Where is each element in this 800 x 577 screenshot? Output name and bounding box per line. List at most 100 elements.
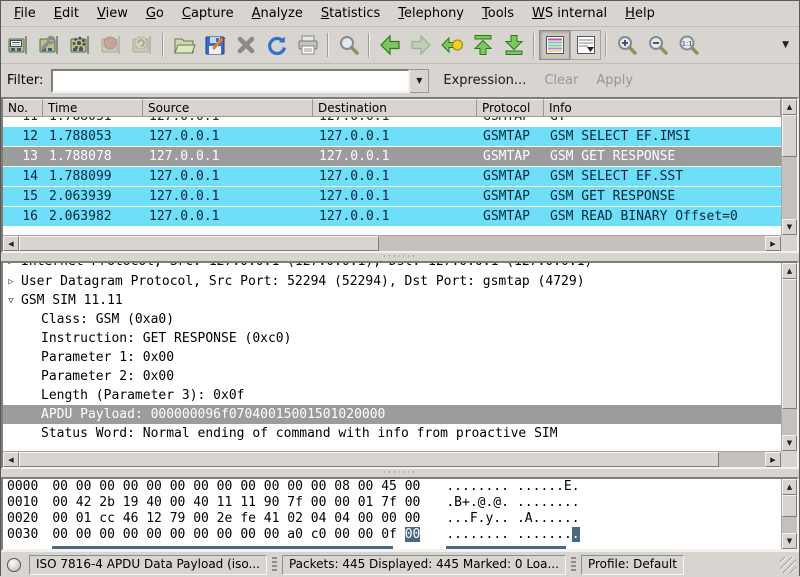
menu-tools[interactable]: Tools	[473, 3, 523, 24]
goto-packet-icon[interactable]	[436, 30, 467, 60]
statusbar-grip[interactable]	[571, 557, 576, 573]
expert-info-button[interactable]	[4, 555, 24, 575]
goto-top-icon[interactable]	[467, 30, 498, 60]
scroll-up-icon[interactable]: ▲	[782, 479, 797, 495]
menu-file[interactable]: File	[5, 3, 45, 24]
print-icon[interactable]	[292, 30, 323, 60]
close-icon[interactable]	[230, 30, 261, 60]
toolbar-overflow-icon[interactable]: ▼	[774, 40, 797, 50]
details-vscrollbar[interactable]: ▲ ▼	[781, 263, 797, 451]
statusbar-grip[interactable]	[272, 557, 277, 573]
detail-line[interactable]: Status Word: Normal ending of command wi…	[3, 424, 781, 443]
reload-icon[interactable]	[261, 30, 292, 60]
details-vscroll-thumb[interactable]	[782, 279, 797, 409]
goto-bottom-icon[interactable]	[498, 30, 529, 60]
packet-list-vscroll-thumb[interactable]	[782, 115, 797, 157]
packet-row-selected[interactable]: 13 1.788078 127.0.0.1 127.0.0.1 GSMTAP G…	[3, 147, 781, 167]
packet-source: 127.0.0.1	[143, 207, 313, 226]
clear-button[interactable]: Clear	[544, 73, 578, 88]
detail-line[interactable]: ▷ User Datagram Protocol, Src Port: 5229…	[3, 272, 781, 291]
packet-time: 1.788031	[43, 117, 143, 127]
packet-no: 15	[3, 187, 43, 206]
capture-restart-icon[interactable]	[127, 30, 158, 60]
detail-line[interactable]: ▷ Internet Protocol, Src: 127.0.0.1 (127…	[3, 263, 781, 272]
menu-capture[interactable]: Capture	[173, 3, 243, 24]
detail-line[interactable]: Class: GSM (0xa0)	[3, 310, 781, 329]
detail-line[interactable]: Parameter 2: 0x00	[3, 367, 781, 386]
go-forward-icon[interactable]	[405, 30, 436, 60]
save-file-icon[interactable]	[199, 30, 230, 60]
capture-start-icon[interactable]	[65, 30, 96, 60]
details-hscroll-thumb[interactable]	[19, 452, 719, 467]
auto-scroll-icon[interactable]	[570, 30, 601, 60]
scroll-right-icon[interactable]: ▶	[765, 236, 781, 251]
pane-splitter[interactable]: ·······	[1, 253, 799, 261]
filter-label[interactable]: Filter:	[7, 73, 43, 88]
menu-ws-internal[interactable]: WS internal	[523, 3, 616, 24]
zoom-in-icon[interactable]	[611, 30, 642, 60]
status-packets-info: Packets: 445 Displayed: 445 Marked: 0 Lo…	[282, 555, 566, 575]
pane-splitter[interactable]: ·······	[1, 469, 799, 477]
filter-dropdown-button[interactable]: ▼	[410, 69, 429, 93]
zoom-out-icon[interactable]	[642, 30, 673, 60]
scroll-left-icon[interactable]: ◀	[3, 452, 19, 467]
column-header-protocol[interactable]: Protocol	[477, 99, 544, 117]
svg-text:1:1: 1:1	[681, 40, 691, 48]
expression-button[interactable]: Expression...	[443, 73, 526, 88]
detail-line[interactable]: Instruction: GET RESPONSE (0xc0)	[3, 329, 781, 348]
packet-row-partial[interactable]: 11 1.788031 127.0.0.1 127.0.0.1 GSMTAP G…	[3, 117, 781, 127]
capture-options-icon[interactable]	[34, 30, 65, 60]
packet-source: 127.0.0.1	[143, 127, 313, 146]
apply-button[interactable]: Apply	[596, 73, 633, 88]
column-header-no[interactable]: No.	[3, 99, 43, 117]
detail-line-selected[interactable]: APDU Payload: 000000096f0704001500150102…	[3, 405, 781, 424]
menu-edit[interactable]: Edit	[45, 3, 88, 24]
find-icon[interactable]	[333, 30, 364, 60]
column-header-source[interactable]: Source	[143, 99, 313, 117]
packet-list-hscrollbar[interactable]: ◀ ▶	[3, 235, 781, 251]
menu-view[interactable]: View	[88, 3, 137, 24]
scroll-right-icon[interactable]: ▶	[765, 452, 781, 467]
bytes-vscrollbar[interactable]: ▲ ▼	[781, 479, 797, 549]
packet-row[interactable]: 14 1.788099 127.0.0.1 127.0.0.1 GSMTAP G…	[3, 167, 781, 187]
scroll-down-icon[interactable]: ▼	[782, 435, 797, 451]
packet-bytes-pane: 000000 00 00 00 00 00 00 0000 00 00 00 0…	[1, 477, 799, 551]
expander-icon[interactable]: ▷	[3, 272, 19, 291]
packet-list-vscrollbar[interactable]: ▲ ▼	[781, 99, 797, 235]
menu-analyze[interactable]: Analyze	[243, 3, 312, 24]
zoom-100-icon[interactable]: 1:1	[673, 30, 704, 60]
expander-icon[interactable]: ▷	[3, 263, 19, 272]
column-header-destination[interactable]: Destination	[313, 99, 477, 117]
open-file-icon[interactable]	[168, 30, 199, 60]
menu-go[interactable]: Go	[137, 3, 173, 24]
interface-list-icon[interactable]	[3, 30, 34, 60]
capture-stop-icon[interactable]	[96, 30, 127, 60]
window-resize-grip[interactable]	[780, 557, 796, 573]
expander-icon[interactable]: ▽	[3, 291, 19, 310]
scroll-up-icon[interactable]: ▲	[782, 263, 797, 279]
detail-line[interactable]: ▽ GSM SIM 11.11	[3, 291, 781, 310]
scroll-down-icon[interactable]: ▼	[782, 219, 797, 235]
details-hscrollbar[interactable]: ◀ ▶	[3, 451, 781, 467]
menu-telephony[interactable]: Telephony	[389, 3, 473, 24]
packet-row[interactable]: 12 1.788053 127.0.0.1 127.0.0.1 GSMTAP G…	[3, 127, 781, 147]
detail-line[interactable]: Length (Parameter 3): 0x0f	[3, 386, 781, 405]
go-back-icon[interactable]	[374, 30, 405, 60]
packet-list-hscroll-thumb[interactable]	[19, 236, 379, 251]
column-header-time[interactable]: Time	[43, 99, 143, 117]
scroll-up-icon[interactable]: ▲	[782, 99, 797, 115]
packet-row[interactable]: 16 2.063982 127.0.0.1 127.0.0.1 GSMTAP G…	[3, 207, 781, 227]
packet-bytes-body[interactable]: 000000 00 00 00 00 00 00 0000 00 00 00 0…	[3, 479, 781, 549]
packet-protocol: GSMTAP	[477, 207, 544, 226]
menu-statistics[interactable]: Statistics	[312, 3, 389, 24]
filter-input[interactable]	[51, 69, 410, 93]
detail-line[interactable]: Parameter 1: 0x00	[3, 348, 781, 367]
status-profile[interactable]: Profile: Default	[581, 555, 684, 575]
packet-row[interactable]: 15 2.063939 127.0.0.1 127.0.0.1 GSMTAP G…	[3, 187, 781, 207]
colorize-icon[interactable]	[539, 30, 570, 60]
bytes-vscroll-thumb[interactable]	[782, 495, 797, 517]
column-header-info[interactable]: Info	[544, 99, 781, 117]
menu-help[interactable]: Help	[616, 3, 664, 24]
scroll-left-icon[interactable]: ◀	[3, 236, 19, 251]
scroll-down-icon[interactable]: ▼	[782, 533, 797, 549]
